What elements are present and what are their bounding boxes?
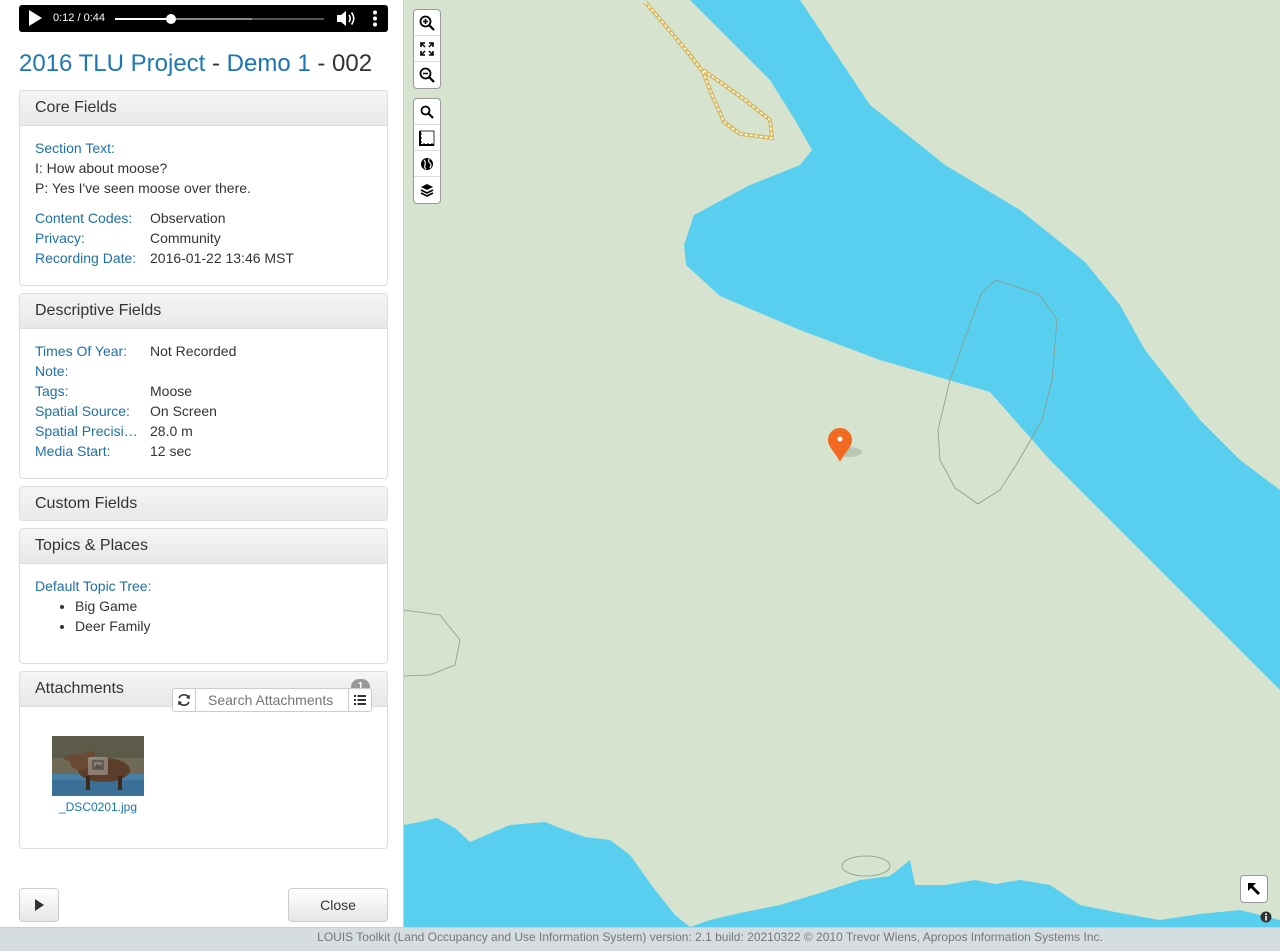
field-value: 12 sec (150, 443, 192, 459)
basemap-button[interactable] (414, 151, 440, 177)
field-label: Section Text: (35, 140, 115, 156)
title-separator: - (205, 50, 227, 77)
close-button[interactable]: Close (288, 888, 388, 922)
globe-icon (421, 157, 433, 170)
fullscreen-control (1240, 875, 1268, 903)
layers-button[interactable] (414, 177, 440, 203)
field-label: Spatial Precisi… (35, 423, 138, 439)
attachments-panel: Attachments 1 Search Attachments _DSC020… (19, 671, 388, 849)
field-value: 28.0 m (150, 423, 193, 439)
field-label: Times Of Year: (35, 343, 128, 359)
panel-heading[interactable]: Descriptive Fields (20, 294, 387, 329)
topic-tree-label: Default Topic Tree: (35, 578, 152, 594)
field-row: Recording Date: 2016-01-22 13:46 MST (35, 248, 372, 268)
field-value: Observation (150, 210, 226, 226)
zoom-out-icon (419, 67, 435, 83)
field-label: Note: (35, 363, 69, 379)
map-tools (413, 98, 441, 204)
info-icon[interactable] (1260, 911, 1272, 923)
audio-seek-knob[interactable] (166, 14, 177, 24)
core-fields-panel: Core Fields Section Text: I: How about m… (19, 90, 388, 286)
attachment-filename[interactable]: _DSC0201.jpg (44, 800, 152, 814)
map-canvas[interactable] (404, 0, 1280, 927)
zoom-out-button[interactable] (414, 62, 440, 88)
audio-seek-bar[interactable] (115, 14, 324, 24)
descriptive-fields-panel: Descriptive Fields Times Of Year: Not Rec… (19, 293, 388, 479)
custom-fields-panel: Custom Fields (19, 486, 388, 521)
field-row: Privacy: Community (35, 228, 372, 248)
attachment-search-input[interactable] (196, 688, 348, 712)
map-search-button[interactable] (414, 99, 440, 125)
field-value: Not Recorded (150, 343, 237, 359)
list-icon (354, 695, 366, 705)
attachment-search-group (172, 688, 372, 712)
field-row: Spatial Precisi… 28.0 m (35, 421, 372, 441)
measure-button[interactable] (414, 125, 440, 151)
field-label: Privacy: (35, 230, 85, 246)
field-row: Tags: Moose (35, 381, 372, 401)
zoom-in-icon (419, 15, 435, 31)
field-label: Recording Date: (35, 250, 137, 266)
title-separator: - (310, 50, 333, 77)
field-value: On Screen (150, 403, 217, 419)
expand-icon (420, 41, 434, 56)
topic-item: Big Game (75, 596, 372, 616)
audio-progress (115, 18, 172, 20)
audio-time: 0:12 / 0:44 (53, 12, 105, 24)
refresh-button[interactable] (172, 688, 196, 712)
refresh-icon (178, 694, 190, 706)
page-title: 2016 TLU Project - Demo 1 - 002 (19, 50, 372, 78)
layers-icon (420, 184, 434, 197)
moose-photo (52, 736, 144, 796)
volume-icon[interactable] (337, 10, 357, 27)
field-row: Note: (35, 361, 372, 381)
item-id: 002 (332, 50, 373, 77)
field-row: Spatial Source: On Screen (35, 401, 372, 421)
map-view[interactable] (404, 0, 1280, 927)
play-icon (35, 899, 44, 911)
topic-item: Deer Family (75, 616, 372, 636)
zoom-controls (413, 9, 441, 89)
zoom-in-button[interactable] (414, 10, 440, 36)
play-icon[interactable] (27, 10, 43, 26)
field-label: Spatial Source: (35, 403, 130, 419)
audio-player: 0:12 / 0:44 (19, 5, 388, 32)
ruler-icon (419, 130, 435, 146)
topics-places-panel: Topics & Places Default Topic Tree: Big … (19, 528, 388, 664)
field-label: Media Start: (35, 443, 111, 459)
play-button[interactable] (19, 888, 59, 922)
field-row: Times Of Year: Not Recorded (35, 341, 372, 361)
field-row: Content Codes: Observation (35, 208, 372, 228)
field-value: Community (150, 230, 221, 246)
panel-heading[interactable]: Topics & Places (20, 529, 387, 564)
topic-list: Big Game Deer Family (75, 596, 372, 636)
panel-heading-label: Attachments (35, 680, 124, 697)
project-link[interactable]: 2016 TLU Project (19, 50, 205, 77)
more-options-icon[interactable] (371, 10, 379, 27)
detail-panel: 0:12 / 0:44 2016 TLU Project - Demo 1 - … (0, 0, 404, 927)
list-view-button[interactable] (348, 688, 372, 712)
panel-heading[interactable]: Custom Fields (20, 487, 387, 520)
field-value: 2016-01-22 13:46 MST (150, 250, 294, 266)
fullscreen-button[interactable] (1241, 876, 1267, 902)
attachment-thumbnail[interactable] (52, 736, 144, 796)
field-label: Content Codes: (35, 210, 133, 226)
field-value: Moose (150, 383, 193, 399)
search-icon (420, 105, 434, 119)
demo-link[interactable]: Demo 1 (227, 50, 311, 77)
section-text-line: P: Yes I've seen moose over there. (35, 180, 251, 196)
zoom-extent-button[interactable] (414, 36, 440, 62)
footer: LOUIS Toolkit (Land Occupancy and Use In… (0, 927, 1280, 951)
panel-heading[interactable]: Core Fields (20, 91, 387, 126)
section-text-line: I: How about moose? (35, 160, 168, 176)
field-label: Tags: (35, 383, 69, 399)
field-row: Media Start: 12 sec (35, 441, 372, 461)
arrow-up-left-icon (1248, 883, 1260, 895)
